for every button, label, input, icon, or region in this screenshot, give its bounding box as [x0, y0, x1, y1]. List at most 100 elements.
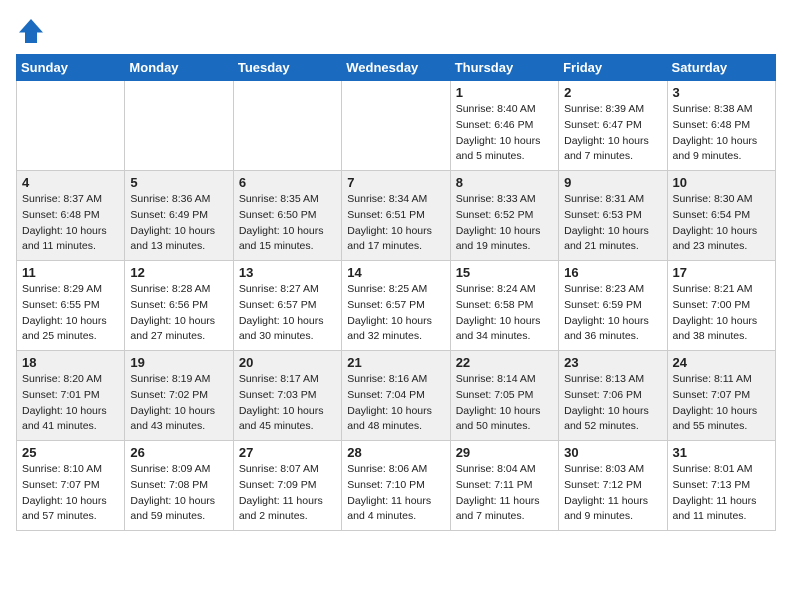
calendar-cell: 24Sunrise: 8:11 AM Sunset: 7:07 PM Dayli…	[667, 351, 775, 441]
calendar-cell: 8 Sunrise: 8:33 AM Sunset: 6:52 PM Daylig…	[450, 171, 558, 261]
day-number: 19	[130, 355, 227, 370]
page-header	[16, 16, 776, 46]
weekday-header-saturday: Saturday	[667, 55, 775, 81]
day-number: 17	[673, 265, 770, 280]
weekday-header-tuesday: Tuesday	[233, 55, 341, 81]
day-number: 3	[673, 85, 770, 100]
day-number: 11	[22, 265, 119, 280]
calendar-cell: 19 Sunrise: 8:19 AM Sunset: 7:02 PM Dayli…	[125, 351, 233, 441]
weekday-header-wednesday: Wednesday	[342, 55, 450, 81]
calendar-body: 1 Sunrise: 8:40 AM Sunset: 6:46 PM Daylig…	[17, 81, 776, 531]
calendar-cell: 31 Sunrise: 8:01 AM Sunset: 7:13 PM Dayli…	[667, 441, 775, 531]
calendar-cell: 5 Sunrise: 8:36 AM Sunset: 6:49 PM Daylig…	[125, 171, 233, 261]
calendar-cell: 16 Sunrise: 8:23 AM Sunset: 6:59 PM Dayli…	[559, 261, 667, 351]
calendar-cell: 21 Sunrise: 8:16 AM Sunset: 7:04 PM Dayli…	[342, 351, 450, 441]
day-info: Sunrise: 8:40 AM Sunset: 6:46 PM Dayligh…	[456, 102, 553, 165]
day-info: Sunrise: 8:09 AM Sunset: 7:08 PM Dayligh…	[130, 462, 227, 525]
calendar-cell: 30 Sunrise: 8:03 AM Sunset: 7:12 PM Dayli…	[559, 441, 667, 531]
day-info: Sunrise: 8:10 AM Sunset: 7:07 PM Dayligh…	[22, 462, 119, 525]
calendar-cell: 26Sunrise: 8:09 AM Sunset: 7:08 PM Dayli…	[125, 441, 233, 531]
day-info: Sunrise: 8:04 AM Sunset: 7:11 PM Dayligh…	[456, 462, 553, 525]
day-info: Sunrise: 8:29 AM Sunset: 6:55 PM Dayligh…	[22, 282, 119, 345]
calendar-cell: 3 Sunrise: 8:38 AM Sunset: 6:48 PM Daylig…	[667, 81, 775, 171]
calendar-cell	[17, 81, 125, 171]
day-number: 29	[456, 445, 553, 460]
calendar-cell: 4 Sunrise: 8:37 AM Sunset: 6:48 PM Daylig…	[17, 171, 125, 261]
day-info: Sunrise: 8:33 AM Sunset: 6:52 PM Dayligh…	[456, 192, 553, 255]
day-number: 28	[347, 445, 444, 460]
calendar-week-3: 18Sunrise: 8:20 AM Sunset: 7:01 PM Dayli…	[17, 351, 776, 441]
calendar-cell: 1 Sunrise: 8:40 AM Sunset: 6:46 PM Daylig…	[450, 81, 558, 171]
day-info: Sunrise: 8:27 AM Sunset: 6:57 PM Dayligh…	[239, 282, 336, 345]
day-number: 6	[239, 175, 336, 190]
day-info: Sunrise: 8:19 AM Sunset: 7:02 PM Dayligh…	[130, 372, 227, 435]
day-info: Sunrise: 8:01 AM Sunset: 7:13 PM Dayligh…	[673, 462, 770, 525]
day-number: 5	[130, 175, 227, 190]
calendar-table: SundayMondayTuesdayWednesdayThursdayFrid…	[16, 54, 776, 531]
calendar-cell	[342, 81, 450, 171]
calendar-week-4: 25 Sunrise: 8:10 AM Sunset: 7:07 PM Dayli…	[17, 441, 776, 531]
day-number: 7	[347, 175, 444, 190]
day-number: 20	[239, 355, 336, 370]
day-info: Sunrise: 8:37 AM Sunset: 6:48 PM Dayligh…	[22, 192, 119, 255]
day-info: Sunrise: 8:17 AM Sunset: 7:03 PM Dayligh…	[239, 372, 336, 435]
calendar-header: SundayMondayTuesdayWednesdayThursdayFrid…	[17, 55, 776, 81]
weekday-header-sunday: Sunday	[17, 55, 125, 81]
weekday-row: SundayMondayTuesdayWednesdayThursdayFrid…	[17, 55, 776, 81]
calendar-cell: 6Sunrise: 8:35 AM Sunset: 6:50 PM Daylig…	[233, 171, 341, 261]
calendar-cell: 23Sunrise: 8:13 AM Sunset: 7:06 PM Dayli…	[559, 351, 667, 441]
calendar-week-0: 1 Sunrise: 8:40 AM Sunset: 6:46 PM Daylig…	[17, 81, 776, 171]
calendar-cell: 17 Sunrise: 8:21 AM Sunset: 7:00 PM Dayli…	[667, 261, 775, 351]
calendar-cell: 15 Sunrise: 8:24 AM Sunset: 6:58 PM Dayli…	[450, 261, 558, 351]
calendar-cell: 27 Sunrise: 8:07 AM Sunset: 7:09 PM Dayli…	[233, 441, 341, 531]
weekday-header-friday: Friday	[559, 55, 667, 81]
day-number: 30	[564, 445, 661, 460]
day-number: 25	[22, 445, 119, 460]
day-info: Sunrise: 8:16 AM Sunset: 7:04 PM Dayligh…	[347, 372, 444, 435]
day-number: 31	[673, 445, 770, 460]
calendar-cell: 22Sunrise: 8:14 AM Sunset: 7:05 PM Dayli…	[450, 351, 558, 441]
day-number: 23	[564, 355, 661, 370]
calendar-cell: 10 Sunrise: 8:30 AM Sunset: 6:54 PM Dayli…	[667, 171, 775, 261]
day-number: 24	[673, 355, 770, 370]
calendar-cell: 28Sunrise: 8:06 AM Sunset: 7:10 PM Dayli…	[342, 441, 450, 531]
day-number: 13	[239, 265, 336, 280]
calendar-week-1: 4 Sunrise: 8:37 AM Sunset: 6:48 PM Daylig…	[17, 171, 776, 261]
day-info: Sunrise: 8:34 AM Sunset: 6:51 PM Dayligh…	[347, 192, 444, 255]
day-info: Sunrise: 8:14 AM Sunset: 7:05 PM Dayligh…	[456, 372, 553, 435]
day-number: 8	[456, 175, 553, 190]
logo	[16, 16, 50, 46]
day-number: 9	[564, 175, 661, 190]
calendar-cell: 20 Sunrise: 8:17 AM Sunset: 7:03 PM Dayli…	[233, 351, 341, 441]
day-info: Sunrise: 8:21 AM Sunset: 7:00 PM Dayligh…	[673, 282, 770, 345]
calendar-cell: 12Sunrise: 8:28 AM Sunset: 6:56 PM Dayli…	[125, 261, 233, 351]
calendar-cell	[233, 81, 341, 171]
day-info: Sunrise: 8:31 AM Sunset: 6:53 PM Dayligh…	[564, 192, 661, 255]
day-info: Sunrise: 8:20 AM Sunset: 7:01 PM Dayligh…	[22, 372, 119, 435]
day-number: 10	[673, 175, 770, 190]
day-info: Sunrise: 8:36 AM Sunset: 6:49 PM Dayligh…	[130, 192, 227, 255]
day-number: 2	[564, 85, 661, 100]
day-number: 15	[456, 265, 553, 280]
day-number: 16	[564, 265, 661, 280]
logo-icon	[16, 16, 46, 46]
day-number: 21	[347, 355, 444, 370]
calendar-cell: 18Sunrise: 8:20 AM Sunset: 7:01 PM Dayli…	[17, 351, 125, 441]
day-info: Sunrise: 8:23 AM Sunset: 6:59 PM Dayligh…	[564, 282, 661, 345]
calendar-cell	[125, 81, 233, 171]
day-number: 12	[130, 265, 227, 280]
day-info: Sunrise: 8:30 AM Sunset: 6:54 PM Dayligh…	[673, 192, 770, 255]
day-info: Sunrise: 8:24 AM Sunset: 6:58 PM Dayligh…	[456, 282, 553, 345]
day-info: Sunrise: 8:38 AM Sunset: 6:48 PM Dayligh…	[673, 102, 770, 165]
calendar-cell: 11 Sunrise: 8:29 AM Sunset: 6:55 PM Dayli…	[17, 261, 125, 351]
day-info: Sunrise: 8:03 AM Sunset: 7:12 PM Dayligh…	[564, 462, 661, 525]
day-number: 4	[22, 175, 119, 190]
calendar-week-2: 11 Sunrise: 8:29 AM Sunset: 6:55 PM Dayli…	[17, 261, 776, 351]
calendar-cell: 9 Sunrise: 8:31 AM Sunset: 6:53 PM Daylig…	[559, 171, 667, 261]
day-number: 14	[347, 265, 444, 280]
day-number: 27	[239, 445, 336, 460]
day-info: Sunrise: 8:39 AM Sunset: 6:47 PM Dayligh…	[564, 102, 661, 165]
calendar-cell: 13 Sunrise: 8:27 AM Sunset: 6:57 PM Dayli…	[233, 261, 341, 351]
day-number: 1	[456, 85, 553, 100]
day-info: Sunrise: 8:07 AM Sunset: 7:09 PM Dayligh…	[239, 462, 336, 525]
